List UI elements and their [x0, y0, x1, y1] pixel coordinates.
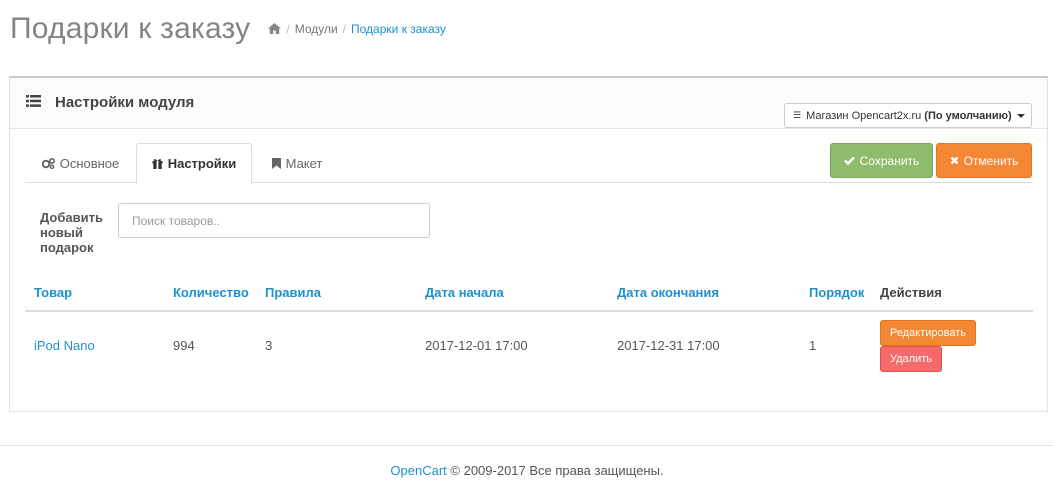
column-actions: Действия	[880, 285, 942, 300]
footer: OpenCart © 2009-2017 Все права защищены.	[0, 463, 1054, 478]
tab-general[interactable]: Основное	[25, 143, 136, 184]
cancel-button[interactable]: Отменить	[936, 143, 1032, 178]
column-quantity[interactable]: Количество	[173, 285, 249, 300]
bookmark-icon	[271, 158, 281, 169]
product-search-input[interactable]	[118, 203, 430, 238]
footer-copyright: © 2009-2017 Все права защищены.	[446, 463, 664, 478]
column-date-end[interactable]: Дата окончания	[617, 285, 719, 300]
add-gift-label: Добавить новый подарок	[40, 210, 103, 255]
table-header: Товар Количество Правила Дата начала Дат…	[25, 281, 1033, 312]
save-button[interactable]: Сохранить	[830, 143, 933, 178]
tab-settings[interactable]: Настройки	[136, 143, 252, 184]
gears-icon	[41, 158, 55, 169]
rules-cell: 3	[265, 338, 273, 353]
sort-order-cell: 1	[809, 338, 817, 353]
date-start-cell: 2017-12-01 17:00	[425, 338, 528, 353]
home-icon[interactable]	[268, 23, 282, 34]
bars-icon: ☰	[793, 110, 802, 120]
panel-title-text: Настройки модуля	[55, 94, 195, 111]
breadcrumb: / Модули / Подарки к заказу	[268, 22, 446, 36]
save-label: Сохранить	[859, 153, 920, 168]
gift-icon	[152, 158, 163, 169]
close-icon	[950, 154, 959, 168]
tab-layout-label: Макет	[285, 156, 323, 171]
column-sort-order[interactable]: Порядок	[809, 285, 864, 300]
page-title: Подарки к заказу	[10, 12, 251, 45]
breadcrumb-separator: /	[342, 21, 347, 36]
column-date-start[interactable]: Дата начала	[425, 285, 504, 300]
footer-divider	[0, 445, 1054, 446]
panel-heading: Настройки модуля ☰ Магазин Opencart2x.ru…	[10, 78, 1047, 129]
cancel-label: Отменить	[963, 153, 1019, 168]
quantity-cell: 994	[173, 338, 195, 353]
tab-settings-label: Настройки	[167, 156, 237, 171]
panel-title: Настройки модуля	[26, 94, 194, 111]
edit-button[interactable]: Редактировать	[880, 320, 976, 346]
footer-opencart-link[interactable]: OpenCart	[390, 463, 446, 478]
column-product[interactable]: Товар	[34, 285, 72, 300]
store-select[interactable]: ☰ Магазин Opencart2x.ru (По умолчанию)	[784, 103, 1032, 128]
breadcrumb-modules[interactable]: Модули	[295, 22, 338, 36]
store-name: Магазин Opencart2x.ru	[806, 109, 922, 122]
tab-general-label: Основное	[59, 156, 120, 171]
store-default: (По умолчанию)	[924, 109, 1012, 122]
page-header: Подарки к заказу / Модули / Подарки к за…	[10, 12, 446, 46]
table-row: iPod Nano 994 3 2017-12-01 17:00 2017-12…	[25, 312, 1033, 378]
date-end-cell: 2017-12-31 17:00	[617, 338, 720, 353]
caret-down-icon	[1016, 113, 1025, 118]
check-icon	[843, 154, 855, 168]
product-link[interactable]: iPod Nano	[34, 338, 95, 353]
breadcrumb-current[interactable]: Подарки к заказу	[351, 22, 446, 36]
column-rules[interactable]: Правила	[265, 285, 321, 300]
list-icon	[26, 94, 41, 111]
tab-layout[interactable]: Макет	[252, 143, 342, 184]
settings-panel: Настройки модуля ☰ Магазин Opencart2x.ru…	[9, 76, 1048, 412]
breadcrumb-separator: /	[286, 21, 290, 36]
delete-button[interactable]: Удалить	[880, 346, 942, 372]
